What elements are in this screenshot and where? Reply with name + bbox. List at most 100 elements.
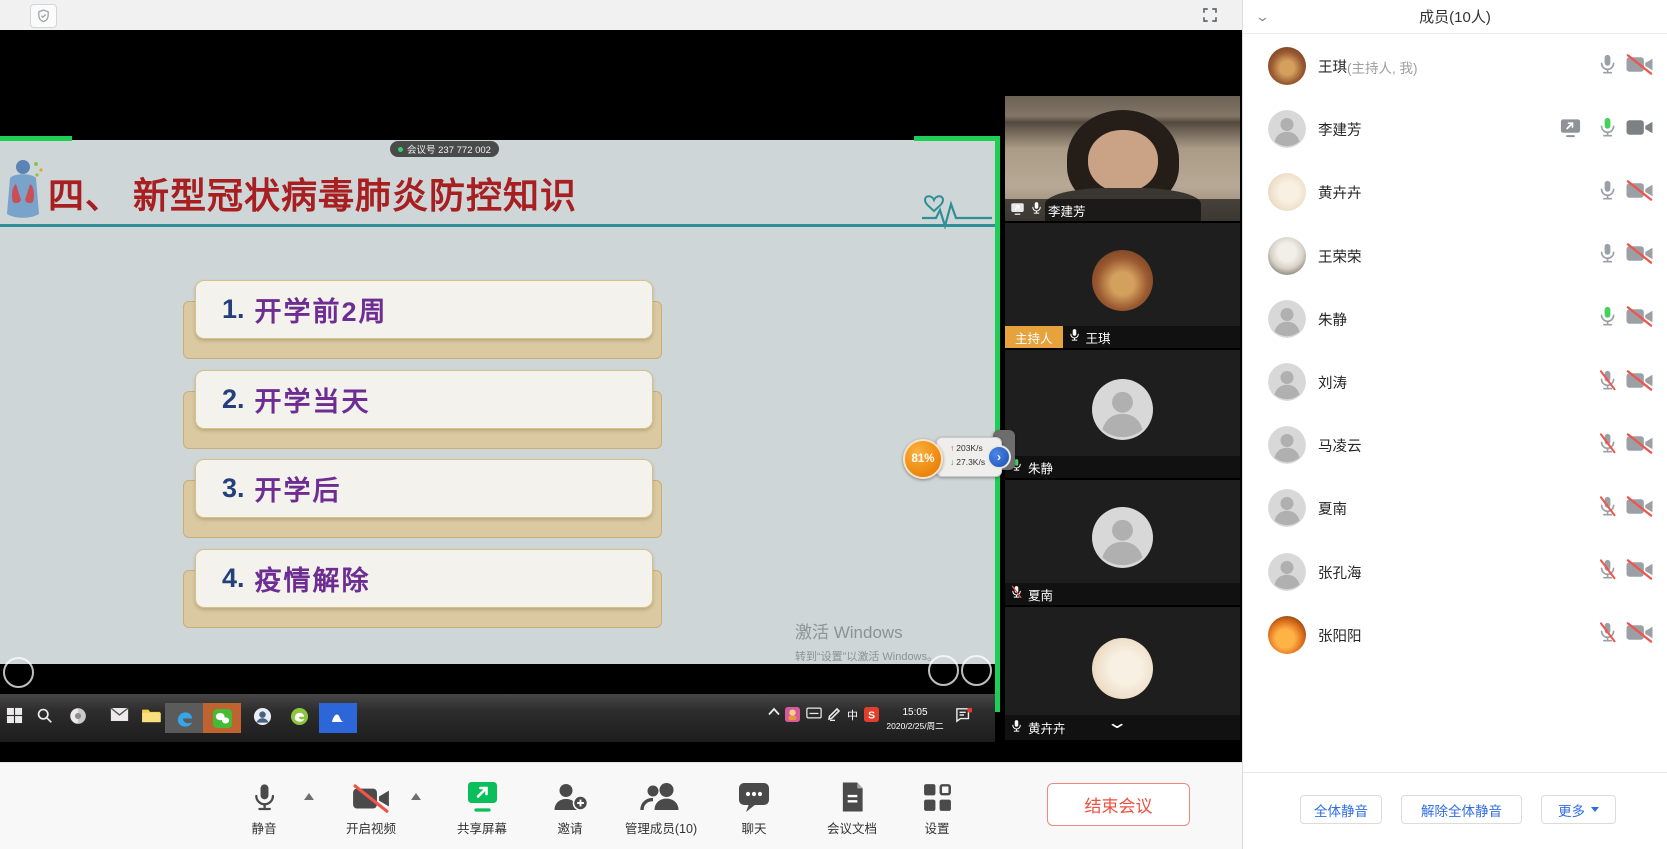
browser-logo-icon[interactable]: › xyxy=(987,445,1011,469)
end-meeting-button[interactable]: 结束会议 xyxy=(1047,783,1190,826)
avatar xyxy=(1268,237,1306,275)
toolbar-camera-off-button[interactable]: 开启视频 xyxy=(316,777,426,837)
collapse-panel-icon[interactable]: ⌄ xyxy=(1255,9,1270,25)
slide-item-number: 4. xyxy=(222,563,245,594)
member-row[interactable]: 李建芳 xyxy=(1243,98,1667,161)
member-row[interactable]: 黄卉卉 xyxy=(1243,161,1667,224)
taskbar-clock[interactable]: 15:052020/2/25/周二 xyxy=(882,707,948,732)
member-row[interactable]: 王荣荣 xyxy=(1243,225,1667,288)
member-row[interactable]: 朱静 xyxy=(1243,288,1667,351)
mic-muted-icon[interactable] xyxy=(1597,558,1618,586)
collapse-strip-icon[interactable]: ⌄ xyxy=(1106,713,1129,733)
member-row[interactable]: 张阳阳 xyxy=(1243,604,1667,667)
screen-share-indicator-icon xyxy=(1010,201,1025,219)
ime-language-indicator[interactable]: 中 xyxy=(847,707,858,723)
member-name: 夏南 xyxy=(1318,477,1347,540)
start-icon[interactable] xyxy=(6,707,23,724)
mic-muted-icon[interactable] xyxy=(1597,495,1618,523)
battery-ball[interactable]: 81% xyxy=(903,439,943,479)
svg-text:S: S xyxy=(868,710,875,721)
video-tile[interactable]: 黄卉卉⌄ xyxy=(1005,607,1240,740)
edge-browser-icon[interactable] xyxy=(165,703,203,733)
mic-icon[interactable] xyxy=(1597,179,1618,207)
tile-participant-name: 朱静 xyxy=(1028,458,1053,477)
mail-icon[interactable] xyxy=(110,707,129,722)
camera-off-icon[interactable] xyxy=(1625,496,1654,522)
slideshow-nav-button[interactable] xyxy=(3,657,34,688)
mic-icon[interactable] xyxy=(1597,242,1618,270)
host-badge: 主持人 xyxy=(1005,326,1063,348)
meeting-id-badge: 会议号 237 772 002 xyxy=(390,141,499,157)
member-row[interactable]: 刘涛 xyxy=(1243,351,1667,414)
mic-muted-icon[interactable] xyxy=(1597,369,1618,397)
mic-speaking-icon[interactable] xyxy=(1597,116,1618,144)
mic-muted-icon[interactable] xyxy=(1597,621,1618,649)
slide-item-number: 1. xyxy=(222,294,245,325)
mic-icon xyxy=(1010,719,1023,736)
slideshow-menu-button[interactable] xyxy=(961,655,992,686)
share-border-top-right xyxy=(914,136,1000,141)
wechat-icon[interactable] xyxy=(203,703,241,733)
windows-taskbar: 中S 15:052020/2/25/周二 xyxy=(0,694,995,742)
avatar xyxy=(1092,250,1153,311)
slideshow-pen-button[interactable] xyxy=(928,655,959,686)
toolbar-settings-button[interactable]: 设置 xyxy=(882,777,992,837)
pen-tray-icon[interactable] xyxy=(827,707,841,721)
camera-off-icon[interactable] xyxy=(1625,369,1654,395)
toolbar-chat-button[interactable]: 聊天 xyxy=(699,777,809,837)
camera-off-icon[interactable] xyxy=(1625,306,1654,332)
download-arrow-icon: ↓ xyxy=(950,457,954,467)
mic-icon[interactable] xyxy=(1597,53,1618,81)
more-button[interactable]: 更多 xyxy=(1541,795,1616,824)
camera-icon[interactable] xyxy=(1625,117,1654,143)
tile-participant-name: 夏南 xyxy=(1028,585,1053,604)
net-speed-widget[interactable]: 81% ↑203K/s ↓27.3K/s › xyxy=(903,428,1018,478)
member-panel-header: 成员(10人) xyxy=(1243,0,1667,34)
mic-speaking-icon[interactable] xyxy=(1597,305,1618,333)
camera-off-icon[interactable] xyxy=(1625,243,1654,269)
mute-all-button[interactable]: 全体静音 xyxy=(1300,795,1382,824)
camera-off-icon[interactable] xyxy=(1625,559,1654,585)
camera-off-icon[interactable] xyxy=(1625,53,1654,79)
camera-off-icon[interactable] xyxy=(1625,180,1654,206)
tray-expand-icon[interactable] xyxy=(768,707,780,716)
caret-up-icon[interactable] xyxy=(411,793,421,800)
avatar xyxy=(1268,426,1306,464)
search-icon[interactable] xyxy=(36,707,53,724)
toolbar-mic-button[interactable]: 静音 xyxy=(209,777,319,837)
camera-off-icon[interactable] xyxy=(1625,433,1654,459)
qq-contact-icon[interactable] xyxy=(253,707,272,726)
member-row[interactable]: 王琪(主持人, 我) xyxy=(1243,35,1667,98)
browser-360se-icon[interactable] xyxy=(290,707,309,726)
meeting-app-icon[interactable] xyxy=(319,703,357,733)
camera-off-icon[interactable] xyxy=(1625,622,1654,648)
notification-center-icon[interactable] xyxy=(955,707,973,723)
avatar xyxy=(1092,507,1153,568)
sogou-s-icon[interactable]: S xyxy=(864,707,879,722)
unmute-all-button[interactable]: 解除全体静音 xyxy=(1401,795,1522,824)
slide-item: 3.开学后 xyxy=(195,459,653,518)
mic-icon xyxy=(1030,201,1043,218)
caret-up-icon[interactable] xyxy=(304,793,314,800)
fullscreen-icon[interactable] xyxy=(1198,4,1222,26)
video-tile[interactable]: 朱静 xyxy=(1005,350,1240,478)
sogou-tray-icon[interactable] xyxy=(785,707,800,722)
video-tile[interactable]: 主持人 王琪 xyxy=(1005,223,1240,348)
heart-ecg-graphic xyxy=(920,188,994,237)
slide-item-number: 3. xyxy=(222,473,245,504)
security-shield-icon[interactable] xyxy=(30,4,57,28)
mic-muted-icon[interactable] xyxy=(1597,432,1618,460)
mic-icon xyxy=(1068,328,1081,345)
member-row[interactable]: 张孔海 xyxy=(1243,541,1667,604)
video-tile[interactable]: 李建芳 xyxy=(1005,96,1240,221)
member-row[interactable]: 夏南 xyxy=(1243,477,1667,540)
member-name: 张孔海 xyxy=(1318,541,1362,604)
windows-activation-watermark: 激活 Windows 转到“设置”以激活 Windows。 xyxy=(795,618,938,664)
file-explorer-icon[interactable] xyxy=(141,707,161,723)
browser-360-icon[interactable] xyxy=(69,707,87,725)
keyboard-tray-icon[interactable] xyxy=(806,707,822,719)
member-panel: 成员(10人) ⌄ 王琪(主持人, 我) 李建芳 黄卉卉 王荣荣 xyxy=(1242,0,1667,849)
member-row[interactable]: 马凌云 xyxy=(1243,414,1667,477)
video-tile[interactable]: 夏南 xyxy=(1005,480,1240,605)
avatar xyxy=(1268,363,1306,401)
